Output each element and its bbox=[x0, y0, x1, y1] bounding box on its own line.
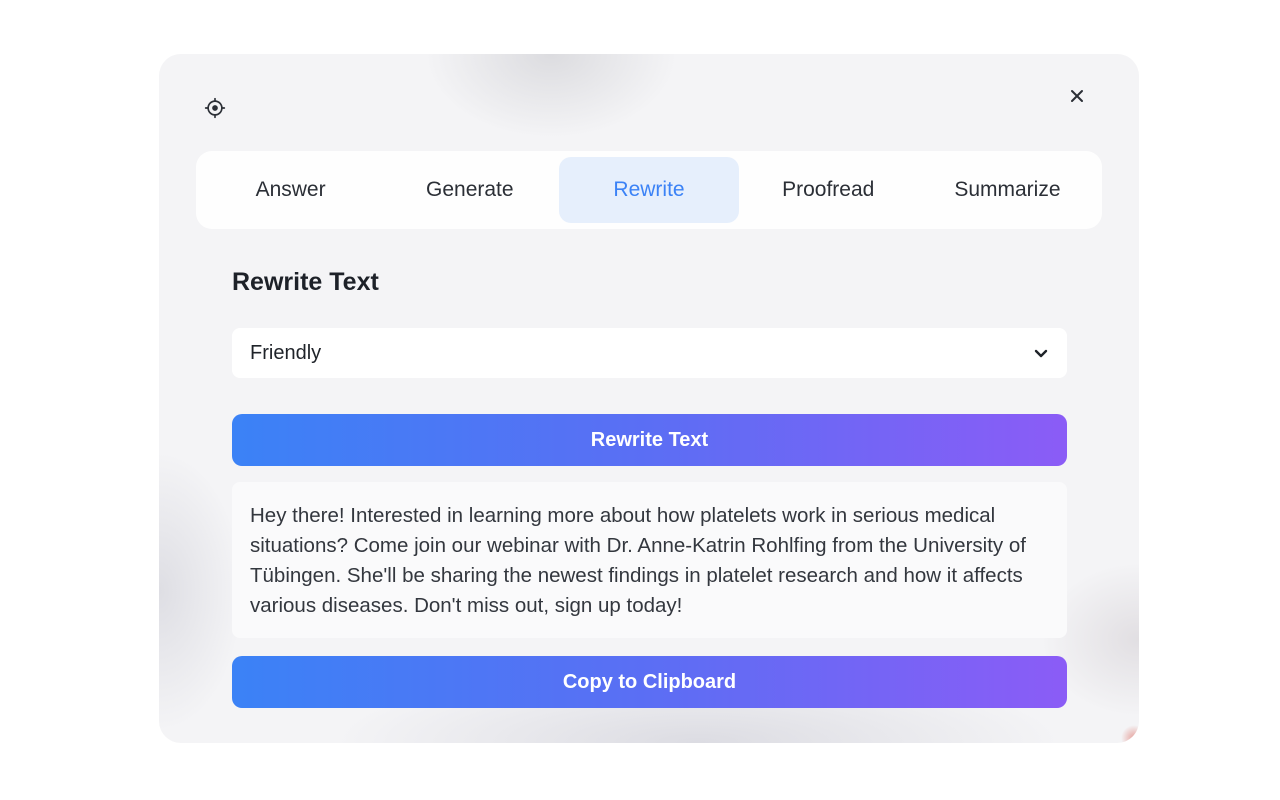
tone-select[interactable]: Friendly bbox=[232, 328, 1067, 378]
page-title: Rewrite Text bbox=[232, 268, 379, 296]
settings-icon bbox=[204, 97, 226, 119]
background-decoration bbox=[1121, 725, 1139, 743]
assistant-panel: Answer Generate Rewrite Proofread Summar… bbox=[159, 54, 1139, 743]
settings-button[interactable] bbox=[203, 96, 227, 120]
close-icon bbox=[1071, 90, 1083, 102]
copy-to-clipboard-button[interactable]: Copy to Clipboard bbox=[232, 656, 1067, 708]
tab-generate[interactable]: Generate bbox=[380, 157, 559, 223]
tab-summarize[interactable]: Summarize bbox=[918, 157, 1097, 223]
tab-proofread[interactable]: Proofread bbox=[739, 157, 918, 223]
rewritten-text-output[interactable]: Hey there! Interested in learning more a… bbox=[232, 482, 1067, 638]
chevron-down-icon bbox=[1034, 349, 1048, 358]
tab-answer[interactable]: Answer bbox=[201, 157, 380, 223]
tone-select-value: Friendly bbox=[250, 341, 322, 364]
tab-rewrite[interactable]: Rewrite bbox=[559, 157, 739, 223]
close-button[interactable] bbox=[1065, 84, 1089, 108]
rewrite-text-button[interactable]: Rewrite Text bbox=[232, 414, 1067, 466]
mode-tabs: Answer Generate Rewrite Proofread Summar… bbox=[196, 151, 1102, 229]
